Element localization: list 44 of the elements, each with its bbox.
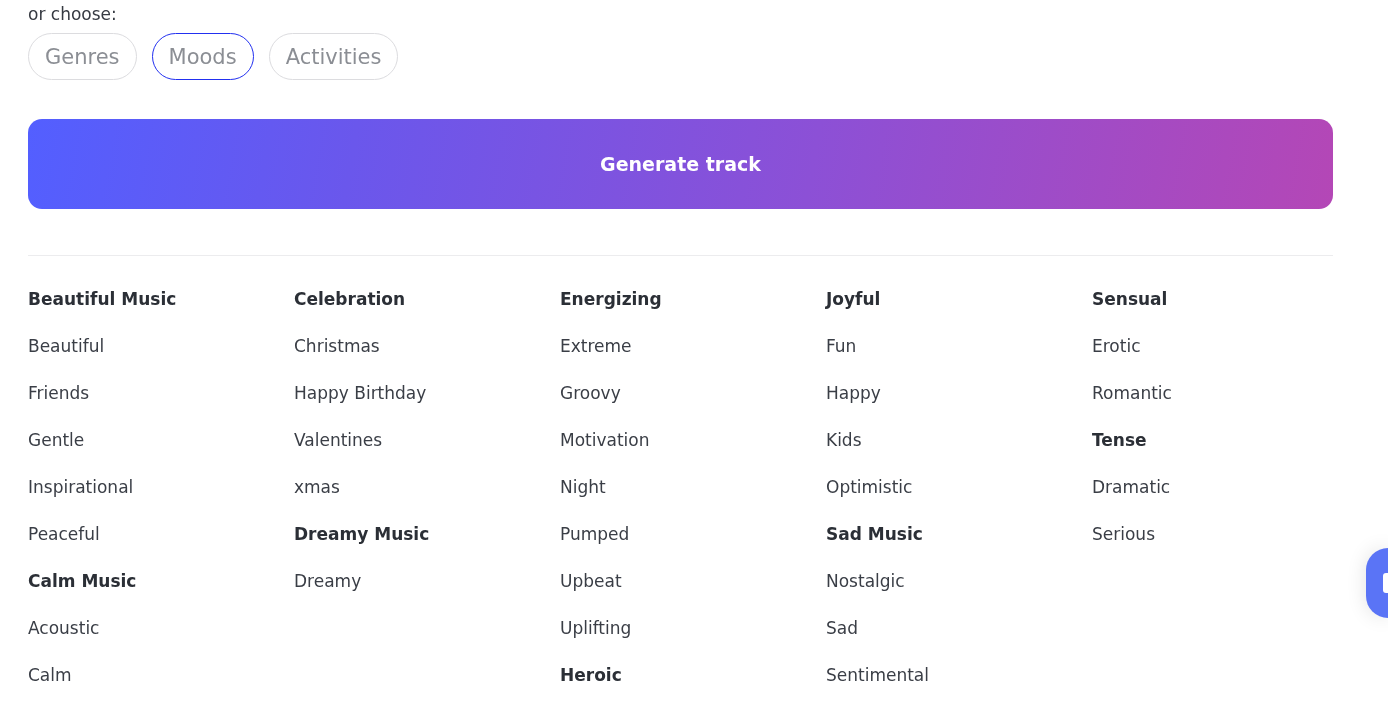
- mood-link[interactable]: Dreamy: [294, 570, 362, 591]
- mood-link[interactable]: Extreme: [560, 335, 632, 356]
- mood-link[interactable]: Sad: [826, 617, 858, 638]
- mood-link[interactable]: Uplifting: [560, 617, 632, 638]
- mood-group-heading: Sensual: [1092, 288, 1168, 309]
- choose-label: or choose:: [28, 3, 117, 25]
- mood-group-heading: Beautiful Music: [28, 288, 177, 309]
- mood-link[interactable]: Dramatic: [1092, 476, 1171, 497]
- mood-group-heading: Celebration: [294, 288, 406, 309]
- mood-link[interactable]: Beautiful: [28, 335, 105, 356]
- mood-link[interactable]: Calm: [28, 664, 72, 685]
- mood-group-heading: Joyful: [826, 288, 881, 309]
- mood-group-heading: Tense: [1092, 429, 1147, 450]
- chat-icon: [1383, 573, 1388, 593]
- mood-group-heading: Heroic: [560, 664, 622, 685]
- mood-link[interactable]: Acoustic: [28, 617, 100, 638]
- mood-group-heading: Dreamy Music: [294, 523, 430, 544]
- mood-link[interactable]: Nostalgic: [826, 570, 905, 591]
- mood-link[interactable]: Christmas: [294, 335, 380, 356]
- mood-group-heading: Calm Music: [28, 570, 137, 591]
- mood-link[interactable]: Erotic: [1092, 335, 1141, 356]
- mood-link[interactable]: Groovy: [560, 382, 621, 403]
- mood-link[interactable]: Optimistic: [826, 476, 913, 497]
- mood-link[interactable]: Sentimental: [826, 664, 929, 685]
- mood-link[interactable]: xmas: [294, 476, 340, 497]
- mood-link[interactable]: Friends: [28, 382, 90, 403]
- generate-track-button[interactable]: Generate track: [28, 119, 1333, 209]
- mood-link[interactable]: Peaceful: [28, 523, 100, 544]
- mood-group-heading: Energizing: [560, 288, 662, 309]
- mood-link[interactable]: Inspirational: [28, 476, 134, 497]
- mood-link[interactable]: Serious: [1092, 523, 1155, 544]
- mood-link[interactable]: Romantic: [1092, 382, 1172, 403]
- mood-link[interactable]: Happy: [826, 382, 881, 403]
- mood-link[interactable]: Gentle: [28, 429, 85, 450]
- mood-link[interactable]: Happy Birthday: [294, 382, 427, 403]
- mood-link[interactable]: Valentines: [294, 429, 383, 450]
- mood-link[interactable]: Upbeat: [560, 570, 622, 591]
- mood-link[interactable]: Kids: [826, 429, 862, 450]
- mood-link[interactable]: Night: [560, 476, 606, 497]
- chat-button[interactable]: [1366, 548, 1388, 618]
- mood-link[interactable]: Fun: [826, 335, 857, 356]
- mood-link[interactable]: Motivation: [560, 429, 650, 450]
- mood-group-heading: Sad Music: [826, 523, 923, 544]
- mood-link[interactable]: Pumped: [560, 523, 630, 544]
